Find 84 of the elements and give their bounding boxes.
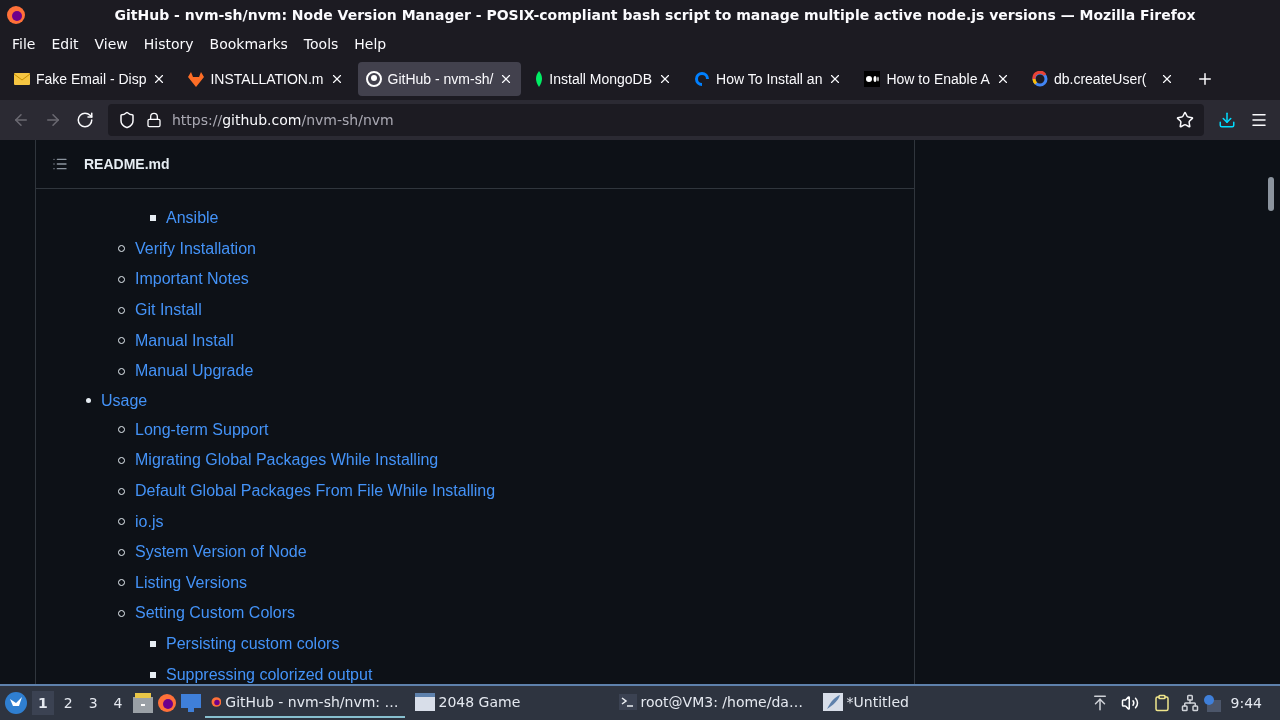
- taskbar-task[interactable]: 2048 Game: [408, 688, 609, 718]
- menu-item[interactable]: View: [86, 33, 136, 55]
- clipboard-icon[interactable]: [1152, 694, 1171, 712]
- toc-link[interactable]: Important Notes: [135, 270, 249, 289]
- firefox-icon: [6, 5, 26, 25]
- toc-link[interactable]: Usage: [101, 391, 148, 410]
- workspace-button[interactable]: 4: [107, 691, 129, 715]
- browser-tab[interactable]: INSTALLATION.m: [180, 62, 352, 96]
- menu-item[interactable]: History: [135, 33, 202, 55]
- toc-link[interactable]: io.js: [135, 512, 164, 531]
- dots-icon: [864, 71, 881, 87]
- list-bullet: [86, 398, 91, 404]
- toc-link[interactable]: Default Global Packages From File While Installing: [135, 482, 496, 501]
- menu-item[interactable]: File: [4, 33, 44, 55]
- toc-link[interactable]: Persisting custom colors: [166, 635, 340, 653]
- network-icon[interactable]: [1180, 694, 1199, 712]
- address-field[interactable]: https://github.com/nvm-sh/nvm: [108, 104, 1204, 136]
- toc-link[interactable]: Manual Install: [135, 331, 234, 350]
- taskbar-task[interactable]: root@VM3: /home/da…: [612, 688, 813, 718]
- envelope-icon: [14, 73, 30, 85]
- task-label: GitHub - nvm-sh/nvm: …: [225, 694, 399, 710]
- tab-title: How To Install an: [716, 71, 823, 87]
- toc-link[interactable]: Long-term Support: [135, 420, 269, 439]
- tab-title: GitHub - nvm-sh/: [387, 71, 494, 87]
- menu-item[interactable]: Help: [346, 33, 395, 55]
- forward-icon[interactable]: [44, 111, 62, 129]
- url-text: https://github.com/nvm-sh/nvm: [172, 112, 395, 128]
- feather-pen-icon: [822, 693, 843, 711]
- file-cabinet-icon[interactable]: [132, 693, 153, 713]
- menu-icon[interactable]: [1250, 111, 1268, 129]
- outline-icon[interactable]: [52, 156, 68, 172]
- back-icon[interactable]: [12, 111, 30, 129]
- toc-link[interactable]: Ansible: [166, 209, 219, 228]
- fox-icon: [188, 71, 205, 87]
- reload-icon[interactable]: [76, 111, 94, 129]
- browser-tab[interactable]: Install MongoDB: [527, 62, 681, 96]
- menu-item[interactable]: Bookmarks: [201, 33, 296, 55]
- terminal-icon: [618, 694, 637, 710]
- toc-link[interactable]: Verify Installation: [135, 239, 256, 258]
- list-bullet: [150, 641, 156, 647]
- taskbar-task[interactable]: GitHub - nvm-sh/nvm: …: [204, 688, 405, 718]
- task-label: root@VM3: /home/da…: [640, 694, 803, 710]
- task-label: *Untitled: [846, 694, 909, 710]
- tab-title: Fake Email - Disp: [36, 71, 147, 87]
- clock: 9:44: [1230, 695, 1262, 711]
- lock-icon[interactable]: [146, 112, 162, 128]
- toc-link[interactable]: Listing Versions: [135, 573, 248, 592]
- g-logo-icon: [1031, 71, 1048, 87]
- list-bullet: [150, 671, 156, 678]
- workspace-button[interactable]: 3: [82, 691, 104, 715]
- menu-item[interactable]: Tools: [295, 33, 347, 55]
- browser-tab[interactable]: How To Install an: [686, 62, 851, 96]
- workspace-button[interactable]: 2: [57, 691, 79, 715]
- browser-tab[interactable]: How to Enable A: [856, 62, 1018, 96]
- toc-link[interactable]: Suppressing colorized output: [166, 665, 373, 684]
- browser-tab[interactable]: GitHub - nvm-sh/: [357, 62, 522, 96]
- browser-tab[interactable]: db.createUser(: [1023, 62, 1182, 96]
- toc-link[interactable]: Manual Upgrade: [135, 362, 254, 381]
- taskbar-task[interactable]: *Untitled: [816, 688, 1087, 718]
- tab-title: INSTALLATION.m: [210, 71, 324, 87]
- firefox-icon: [156, 693, 177, 713]
- leaf-icon: [535, 71, 544, 87]
- toc-link[interactable]: System Version of Node: [135, 543, 307, 562]
- bookmark-star-icon[interactable]: [1176, 111, 1194, 129]
- swirl-icon: [694, 71, 711, 87]
- shield-icon[interactable]: [118, 111, 136, 129]
- download-icon[interactable]: [1218, 111, 1236, 129]
- window-title: GitHub - nvm-sh/nvm: Node Version Manager - POSIX-compliant bash script to manage multiple active node.js versions — Mozilla Firefox: [113, 7, 1197, 23]
- toc-link[interactable]: Git Install: [135, 301, 202, 320]
- toc-link[interactable]: Migrating Global Packages While Installing: [135, 451, 439, 470]
- toc-link[interactable]: Setting Custom Colors: [135, 604, 296, 623]
- desktop-icon[interactable]: [180, 694, 201, 712]
- volume-icon[interactable]: [1120, 694, 1139, 712]
- scrollbar-thumb[interactable]: [1268, 177, 1274, 211]
- task-label: 2048 Game: [438, 694, 521, 710]
- tab-title: Install MongoDB: [549, 71, 653, 87]
- readme-title: README.md: [84, 156, 170, 172]
- browser-tab[interactable]: Fake Email - Disp: [6, 62, 175, 96]
- tab-title: How to Enable A: [886, 71, 990, 87]
- menu-item[interactable]: Edit: [43, 33, 87, 55]
- workspace-button[interactable]: 1: [32, 691, 54, 715]
- tab-title: db.createUser(: [1053, 71, 1148, 87]
- window-icon: [414, 693, 435, 711]
- list-bullet: [150, 215, 156, 222]
